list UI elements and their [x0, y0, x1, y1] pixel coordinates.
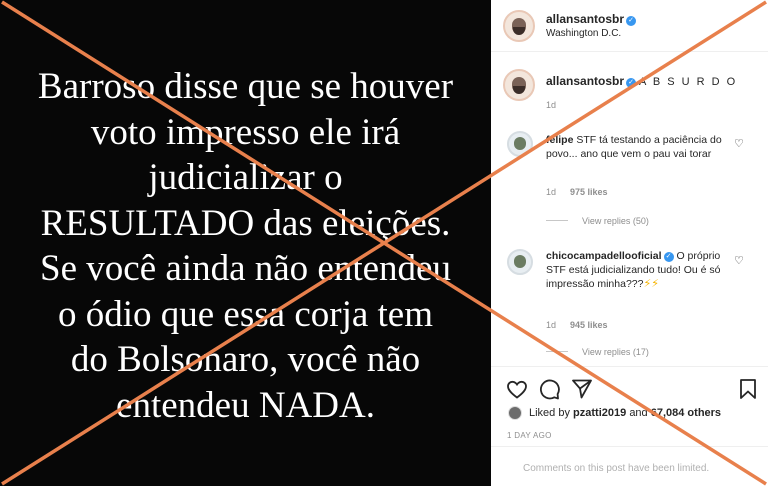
post-line: entendeu NADA. [116, 384, 375, 426]
view-replies-label: View replies (50) [582, 216, 649, 226]
comment-area: Comments on this post have been limited. [491, 446, 768, 486]
comment-meta: 1d 975 likes [546, 187, 608, 197]
bookmark-icon[interactable] [736, 377, 760, 401]
liked-by-user[interactable]: pzatti2019 [573, 407, 626, 419]
post-side-panel: allansantosbr ✓ Washington D.C. allansant… [491, 0, 768, 486]
liked-by-count[interactable]: 67,084 others [651, 407, 721, 419]
liked-by-text: Liked by pzatti2019 and 67,084 others [529, 407, 721, 419]
author-avatar[interactable] [503, 10, 535, 42]
comments-limited-notice: Comments on this post have been limited. [523, 463, 710, 474]
comment-time[interactable]: 1d [546, 187, 556, 197]
comment-username[interactable]: chicocampadellooficial [546, 250, 662, 262]
comment-avatar[interactable] [507, 249, 533, 275]
post-line: Se você ainda não entendeu [40, 248, 451, 289]
post-line: judicializar o [148, 157, 343, 198]
verified-badge-icon: ✓ [663, 252, 674, 262]
comment-likes[interactable]: 945 likes [570, 320, 608, 330]
post-line: do Bolsonaro, você não [70, 339, 421, 380]
comment-meta: 1d 945 likes [546, 320, 608, 330]
caption-text: A B S U R D O [639, 76, 738, 88]
post-image: Barroso disse que se houver voto impress… [0, 0, 491, 486]
author-username-row: allansantosbr ✓ [546, 12, 637, 26]
comment-icon[interactable] [537, 377, 561, 401]
post-location[interactable]: Washington D.C. [546, 28, 621, 39]
replies-divider [546, 351, 568, 352]
caption-time[interactable]: 1d [546, 100, 556, 110]
comment-text: STF tá testando a paciência do povo... a… [546, 134, 722, 160]
post-header: allansantosbr ✓ Washington D.C. [491, 0, 768, 52]
comment-likes[interactable]: 975 likes [570, 187, 608, 197]
author-username[interactable]: allansantosbr [546, 12, 624, 26]
post-line: o ódio que essa corja tem [57, 293, 434, 335]
post-timestamp[interactable]: 1 DAY AGO [507, 431, 552, 440]
verified-badge-icon: ✓ [626, 16, 637, 26]
liked-by-prefix: Liked by [529, 407, 570, 419]
post-line: voto impresso ele irá [90, 111, 401, 153]
share-icon[interactable] [570, 377, 594, 401]
comment-time[interactable]: 1d [546, 320, 556, 330]
caption-username[interactable]: allansantosbr [546, 74, 624, 88]
comment-like-heart-icon[interactable]: ♡ [734, 254, 744, 267]
caption-row: allansantosbr ✓ A B S U R D O [546, 74, 737, 88]
post-line: RESULTADO das eleições. [40, 202, 451, 244]
liker-avatar[interactable] [508, 406, 522, 420]
comment-avatar[interactable] [507, 131, 533, 157]
view-replies-button[interactable]: View replies (50) [546, 216, 649, 226]
lightning-emoji: ⚡⚡ [643, 278, 659, 290]
comment-like-heart-icon[interactable]: ♡ [734, 137, 744, 150]
post-image-text: Barroso disse que se houver voto impress… [6, 64, 486, 428]
liked-by-and: and [629, 407, 648, 419]
view-replies-label: View replies (17) [582, 347, 649, 357]
comment-body: chicocampadellooficial ✓ O próprio STF es… [546, 249, 728, 291]
caption-avatar[interactable] [503, 69, 535, 101]
post-line: Barroso disse que se houver [37, 66, 454, 107]
replies-divider [546, 220, 568, 221]
view-replies-button[interactable]: View replies (17) [546, 347, 649, 357]
verified-badge-icon: ✓ [626, 78, 637, 88]
heart-icon[interactable] [505, 377, 529, 401]
comment-username[interactable]: felipe [546, 134, 573, 146]
comment-body: felipe STF tá testando a paciência do po… [546, 133, 731, 161]
